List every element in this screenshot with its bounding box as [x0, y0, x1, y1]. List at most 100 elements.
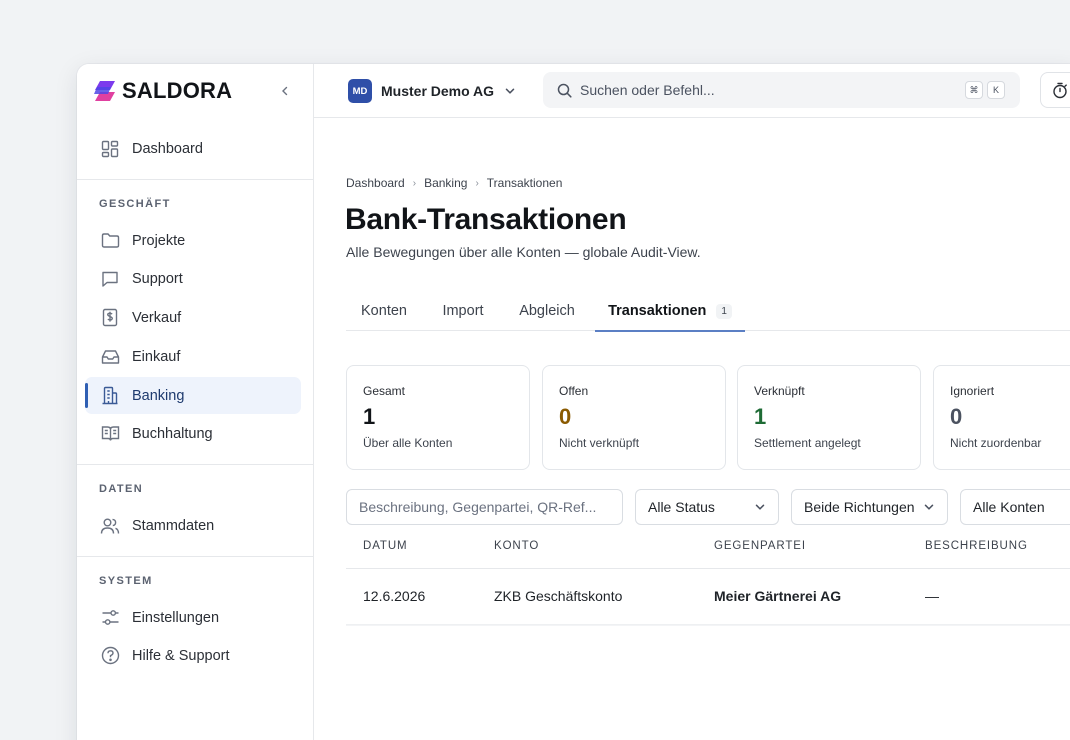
table-header: DATUM KONTO GEGENPARTEI BESCHREIBUNG: [346, 525, 1070, 569]
select-value: Alle Status: [648, 499, 715, 515]
sidebar-item-label: Einstellungen: [132, 609, 220, 626]
cell-beschreibung: —: [925, 588, 939, 604]
cell-konto: ZKB Geschäftskonto: [494, 588, 623, 604]
stat-subtext: Nicht verknüpft: [559, 436, 640, 450]
brand-name: SALDORA: [122, 78, 233, 103]
cell-gegenpartei: Meier Gärtnerei AG: [714, 588, 842, 604]
sidebar-item-label: Stammdaten: [132, 517, 215, 534]
sidebar-item-label: Dashboard: [132, 140, 203, 157]
search-input[interactable]: [580, 82, 940, 98]
chevron-down-icon: [754, 501, 766, 513]
stat-value: 0: [950, 404, 963, 429]
sidebar-item-dashboard[interactable]: Dashboard: [85, 130, 301, 167]
tab-bar: Konten Import Abgleich Transaktionen 1: [346, 291, 1070, 332]
sidebar-divider: [77, 556, 314, 557]
shortcut-key-k: K: [987, 81, 1005, 99]
stat-label: Ignoriert: [950, 384, 995, 398]
accounts-select[interactable]: Alle Konten: [960, 489, 1070, 525]
help-icon: [100, 646, 120, 666]
chevron-down-icon: [504, 85, 516, 97]
timer-button[interactable]: [1040, 72, 1070, 108]
book-icon: [100, 424, 120, 444]
app-window: SALDORA Dashboard GESCHÄFT Projekte Supp…: [77, 64, 1070, 740]
direction-select[interactable]: Beide Richtungen: [791, 489, 948, 525]
sidebar-item-stammdaten[interactable]: Stammdaten: [85, 507, 301, 544]
sidebar: SALDORA Dashboard GESCHÄFT Projekte Supp…: [77, 64, 314, 740]
search-icon: [557, 83, 572, 98]
sidebar-item-label: Verkauf: [132, 309, 182, 326]
sidebar-item-hilfe-support[interactable]: Hilfe & Support: [85, 637, 301, 674]
stat-subtext: Über alle Konten: [363, 436, 453, 450]
section-label-geschaeft: GESCHÄFT: [99, 198, 171, 210]
saldora-logo-icon: [94, 81, 115, 101]
tab-transaktionen[interactable]: Transaktionen 1: [595, 291, 745, 332]
section-label-daten: DATEN: [99, 483, 144, 495]
table-row[interactable]: 12.6.2026 ZKB Geschäftskonto Meier Gärtn…: [346, 569, 1070, 625]
breadcrumb-transaktionen: Transaktionen: [486, 176, 563, 190]
sidebar-item-label: Hilfe & Support: [132, 647, 230, 664]
status-select[interactable]: Alle Status: [635, 489, 779, 525]
tab-konten[interactable]: Konten: [346, 291, 422, 331]
tab-abgleich[interactable]: Abgleich: [506, 291, 588, 331]
stat-label: Verknüpft: [754, 384, 805, 398]
tab-label: Konten: [361, 303, 407, 319]
stat-label: Gesamt: [363, 384, 406, 398]
main-content: Dashboard › Banking › Transaktionen Bank…: [314, 118, 1070, 740]
topbar: MD Muster Demo AG ⌘ K: [314, 64, 1070, 118]
stat-value: 1: [754, 404, 767, 429]
column-header-beschreibung[interactable]: BESCHREIBUNG: [925, 540, 1028, 552]
inbox-icon: [100, 347, 120, 367]
global-search[interactable]: ⌘ K: [543, 72, 1020, 108]
chat-icon: [100, 269, 120, 289]
column-header-gegenpartei[interactable]: GEGENPARTEI: [714, 540, 806, 552]
transactions-table: DATUM KONTO GEGENPARTEI BESCHREIBUNG 12.…: [346, 525, 1070, 625]
folder-icon: [100, 231, 120, 251]
sidebar-item-label: Einkauf: [132, 348, 181, 365]
chevron-left-icon: [282, 86, 288, 96]
column-header-konto[interactable]: KONTO: [494, 540, 539, 552]
sidebar-item-label: Buchhaltung: [132, 425, 213, 442]
sidebar-item-verkauf[interactable]: Verkauf: [85, 299, 301, 336]
org-name: Muster Demo AG: [381, 83, 495, 99]
stat-card-gesamt: Gesamt 1 Über alle Konten: [346, 365, 530, 470]
tab-label: Import: [442, 303, 484, 319]
sidebar-divider: [77, 179, 314, 180]
tab-label: Abgleich: [519, 303, 575, 319]
sidebar-item-banking[interactable]: Banking: [85, 377, 301, 414]
column-header-datum[interactable]: DATUM: [363, 540, 408, 552]
sliders-icon: [100, 608, 120, 628]
breadcrumb-banking[interactable]: Banking: [424, 176, 467, 190]
stat-card-offen: Offen 0 Nicht verknüpft: [542, 365, 726, 470]
chevron-down-icon: [923, 501, 935, 513]
tab-import[interactable]: Import: [428, 291, 498, 331]
select-value: Beide Richtungen: [804, 499, 915, 515]
sidebar-item-buchhaltung[interactable]: Buchhaltung: [85, 415, 301, 452]
sidebar-item-label: Banking: [132, 387, 185, 404]
page-title: Bank-Transaktionen: [345, 203, 627, 236]
brand[interactable]: SALDORA: [77, 64, 313, 118]
sidebar-item-einkauf[interactable]: Einkauf: [85, 338, 301, 375]
page-subtitle: Alle Bewegungen über alle Konten — globa…: [346, 244, 701, 260]
sidebar-item-label: Projekte: [132, 232, 186, 249]
dollar-doc-icon: [100, 308, 120, 328]
sidebar-item-projekte[interactable]: Projekte: [85, 222, 301, 259]
stat-value: 1: [363, 404, 376, 429]
sidebar-divider: [77, 464, 314, 465]
tab-count-badge: 1: [716, 303, 732, 319]
breadcrumb-dashboard[interactable]: Dashboard: [346, 176, 405, 190]
stat-subtext: Settlement angelegt: [754, 436, 861, 450]
sidebar-item-einstellungen[interactable]: Einstellungen: [85, 599, 301, 636]
stat-label: Offen: [559, 384, 589, 398]
org-switcher[interactable]: MD Muster Demo AG: [348, 78, 516, 104]
org-avatar: MD: [348, 79, 372, 103]
sidebar-item-support[interactable]: Support: [85, 260, 301, 297]
chevron-right-icon: ›: [475, 177, 479, 189]
transaction-search-input[interactable]: [346, 489, 623, 525]
stopwatch-icon: [1053, 82, 1067, 98]
collapse-sidebar-button[interactable]: [275, 81, 295, 101]
tab-label: Transaktionen: [608, 303, 707, 319]
section-label-system: SYSTEM: [99, 575, 153, 587]
stat-card-verknuepft: Verknüpft 1 Settlement angelegt: [737, 365, 921, 470]
dashboard-grid-icon: [100, 139, 120, 159]
select-value: Alle Konten: [973, 499, 1045, 515]
